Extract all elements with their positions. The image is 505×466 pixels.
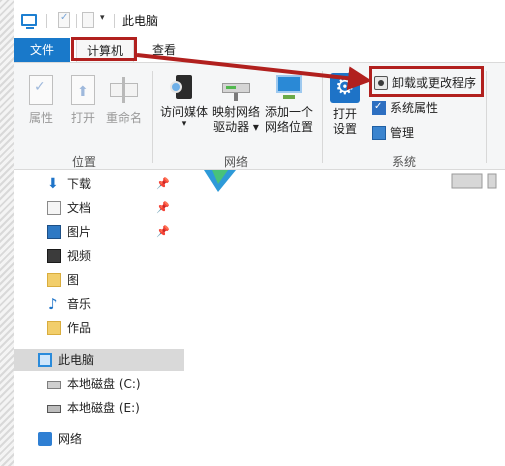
open-settings-label-line1: 打开 bbox=[332, 107, 357, 121]
computer-management-icon bbox=[372, 126, 386, 140]
chevron-down-icon: ▾ bbox=[181, 119, 187, 129]
separator bbox=[76, 14, 77, 28]
rename-icon bbox=[110, 75, 138, 105]
add-location-label-line2: 网络位置 bbox=[264, 120, 313, 134]
system-properties-icon bbox=[372, 99, 386, 115]
nav-item-label: 图片 bbox=[67, 225, 92, 239]
tab-view[interactable]: 查看 bbox=[140, 38, 188, 62]
quick-access-properties-icon[interactable] bbox=[58, 12, 70, 28]
nav-item-label: 本地磁盘 (C:) bbox=[67, 377, 141, 391]
this-pc-icon bbox=[38, 353, 52, 367]
map-drive-label-line1: 映射网络 bbox=[211, 105, 260, 119]
customize-quick-access-dropdown-icon[interactable]: ▾ bbox=[100, 13, 105, 23]
manage-button[interactable]: 管理 bbox=[372, 125, 414, 141]
window-title: 此电脑 bbox=[122, 14, 159, 28]
pin-icon: 📌 bbox=[156, 177, 170, 190]
pin-icon: 📌 bbox=[156, 201, 170, 214]
map-drive-label-line2: 驱动器 ▾ bbox=[213, 120, 259, 134]
document-icon bbox=[47, 201, 61, 215]
system-drive-icon bbox=[47, 381, 61, 389]
nav-item-label: 下载 bbox=[67, 177, 92, 191]
nav-item-label: 此电脑 bbox=[58, 353, 95, 367]
system-properties-button[interactable]: 系统属性 bbox=[372, 99, 439, 116]
pin-icon: 📌 bbox=[156, 225, 170, 238]
this-pc-icon bbox=[21, 14, 37, 29]
folder-icon bbox=[47, 273, 61, 287]
system-properties-label: 系统属性 bbox=[390, 101, 439, 115]
group-label-system: 系统 bbox=[391, 155, 416, 169]
nav-item-label: 作品 bbox=[67, 321, 92, 335]
app-logo-icon bbox=[204, 170, 236, 192]
nav-item-label: 图 bbox=[67, 273, 80, 287]
group-label-network: 网络 bbox=[223, 155, 248, 169]
nav-item-label: 网络 bbox=[58, 432, 83, 446]
properties-button[interactable]: 属性 bbox=[24, 75, 58, 126]
open-button[interactable]: 打开 bbox=[66, 75, 100, 126]
navigation-pane: ⬇ 下载 📌 文档 📌 图片 📌 视频 图 ♪ 音乐 作品 此电脑 本地磁盘 (… bbox=[14, 170, 184, 466]
nav-item-pictures[interactable]: 图片 📌 bbox=[14, 221, 184, 243]
network-location-icon bbox=[273, 73, 305, 103]
nav-item-documents[interactable]: 文档 📌 bbox=[14, 197, 184, 219]
properties-label: 属性 bbox=[28, 111, 53, 125]
nav-item-folder-tu[interactable]: 图 bbox=[14, 269, 184, 291]
annotation-box-computer-tab bbox=[71, 37, 137, 61]
nav-item-downloads[interactable]: ⬇ 下载 📌 bbox=[14, 173, 184, 195]
tab-file[interactable]: 文件 bbox=[14, 38, 70, 62]
map-network-drive-button[interactable]: 映射网络 驱动器 ▾ bbox=[210, 73, 262, 135]
ribbon-divider bbox=[486, 71, 487, 163]
file-explorer-window: ▾ 此电脑 文件 计算机 查看 属性 打开 重命名 位置 访问媒体 ▾ bbox=[14, 0, 505, 466]
music-note-icon: ♪ bbox=[48, 295, 58, 313]
open-settings-button[interactable]: ⚙ 打开 设置 bbox=[328, 73, 362, 137]
ribbon-divider bbox=[322, 71, 323, 163]
ribbon-divider bbox=[152, 71, 153, 163]
open-settings-label-line2: 设置 bbox=[332, 122, 357, 136]
nav-item-this-pc[interactable]: 此电脑 bbox=[14, 349, 184, 371]
nav-item-music[interactable]: ♪ 音乐 bbox=[14, 293, 184, 315]
nav-item-label: 文档 bbox=[67, 201, 92, 215]
group-label-location: 位置 bbox=[71, 155, 96, 169]
video-icon bbox=[47, 249, 61, 263]
manage-label: 管理 bbox=[390, 126, 415, 140]
properties-icon bbox=[29, 75, 53, 105]
rename-label: 重命名 bbox=[106, 111, 143, 125]
pictures-icon bbox=[47, 225, 61, 239]
nav-item-local-disk-c[interactable]: 本地磁盘 (C:) bbox=[14, 373, 184, 395]
open-label: 打开 bbox=[70, 111, 95, 125]
annotation-box-uninstall bbox=[369, 66, 484, 97]
nav-item-local-disk-e[interactable]: 本地磁盘 (E:) bbox=[14, 397, 184, 419]
separator bbox=[114, 14, 115, 28]
drive-item-icon bbox=[451, 173, 497, 189]
separator bbox=[46, 14, 47, 28]
nav-item-videos[interactable]: 视频 bbox=[14, 245, 184, 267]
nav-item-network[interactable]: 网络 bbox=[14, 428, 184, 450]
network-icon bbox=[38, 432, 52, 446]
media-server-icon bbox=[170, 73, 198, 103]
access-media-label: 访问媒体 bbox=[159, 105, 208, 119]
access-media-button[interactable]: 访问媒体 ▾ bbox=[158, 73, 210, 129]
open-icon bbox=[71, 75, 95, 105]
download-icon: ⬇ bbox=[47, 176, 59, 192]
quick-access-new-folder-icon[interactable] bbox=[82, 12, 94, 28]
add-location-label-line1: 添加一个 bbox=[264, 105, 313, 119]
settings-gear-icon: ⚙ bbox=[330, 73, 360, 103]
network-drive-icon bbox=[220, 73, 252, 103]
rename-button[interactable]: 重命名 bbox=[106, 75, 142, 126]
add-network-location-button[interactable]: 添加一个 网络位置 bbox=[262, 73, 316, 135]
folder-icon bbox=[47, 321, 61, 335]
nav-item-label: 视频 bbox=[67, 249, 92, 263]
nav-item-label: 音乐 bbox=[67, 297, 92, 311]
content-area bbox=[184, 170, 505, 466]
nav-item-label: 本地磁盘 (E:) bbox=[67, 401, 140, 415]
nav-item-works[interactable]: 作品 bbox=[14, 317, 184, 339]
drive-icon bbox=[47, 405, 61, 413]
title-bar: ▾ 此电脑 bbox=[14, 0, 505, 38]
